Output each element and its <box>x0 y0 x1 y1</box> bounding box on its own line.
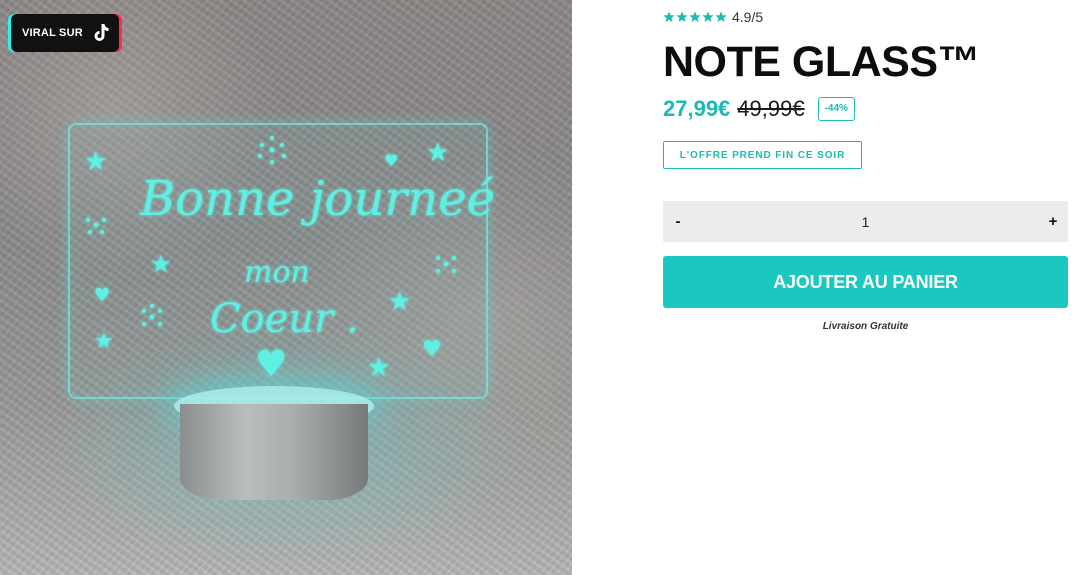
current-price: 27,99€ <box>663 96 731 121</box>
svg-text:♥: ♥ <box>255 344 287 385</box>
handwriting-line-3: Coeur . <box>210 296 359 342</box>
svg-text:★: ★ <box>426 138 449 168</box>
svg-text:♥: ♥ <box>384 151 398 170</box>
discount-badge: -44% <box>817 97 855 121</box>
quantity-stepper: - 1 + <box>663 201 1068 242</box>
plate-writing: Bonne journeé mon Coeur . ★ ★ ★ ★ ★ ★ ♥ … <box>84 136 495 385</box>
quantity-increase-button[interactable]: + <box>1038 201 1068 242</box>
viral-badge-label: VIRAL SUR <box>22 27 83 39</box>
original-price: 49,99€ <box>737 96 805 121</box>
svg-text:★: ★ <box>94 329 114 354</box>
star-icon <box>689 11 701 23</box>
rating-score: 4.9/5 <box>732 9 764 25</box>
handwriting-line-2: mon <box>244 255 310 290</box>
tiktok-icon <box>92 23 110 43</box>
price-row: 27,99€ 49,99€ -44% <box>663 96 855 122</box>
svg-text:★: ★ <box>150 250 172 278</box>
svg-text:♥: ♥ <box>94 285 110 306</box>
offer-ends-badge: L'OFFRE PREND FIN CE SOIR <box>663 141 862 169</box>
add-to-cart-button[interactable]: AJOUTER AU PANIER <box>663 256 1068 308</box>
quantity-input[interactable]: 1 <box>693 214 1038 230</box>
svg-text:★: ★ <box>367 353 390 383</box>
quantity-decrease-button[interactable]: - <box>663 201 693 242</box>
svg-text:♥: ♥ <box>422 337 442 362</box>
star-icon <box>663 11 675 23</box>
product-image[interactable]: Bonne journeé mon Coeur . ★ ★ ★ ★ ★ ★ ♥ … <box>0 0 572 575</box>
svg-text:★: ★ <box>388 287 411 317</box>
rating[interactable]: 4.9/5 <box>663 9 763 25</box>
viral-tiktok-badge: VIRAL SUR <box>11 14 119 52</box>
handwriting-line-1: Bonne journeé <box>139 171 495 227</box>
product-title: NOTE GLASS™ <box>663 38 981 86</box>
star-icon <box>702 11 714 23</box>
svg-text:★: ★ <box>84 147 107 177</box>
star-icon <box>715 11 727 23</box>
star-icon <box>676 11 688 23</box>
rating-stars <box>663 11 727 23</box>
free-shipping-note: Livraison Gratuite <box>822 321 909 332</box>
